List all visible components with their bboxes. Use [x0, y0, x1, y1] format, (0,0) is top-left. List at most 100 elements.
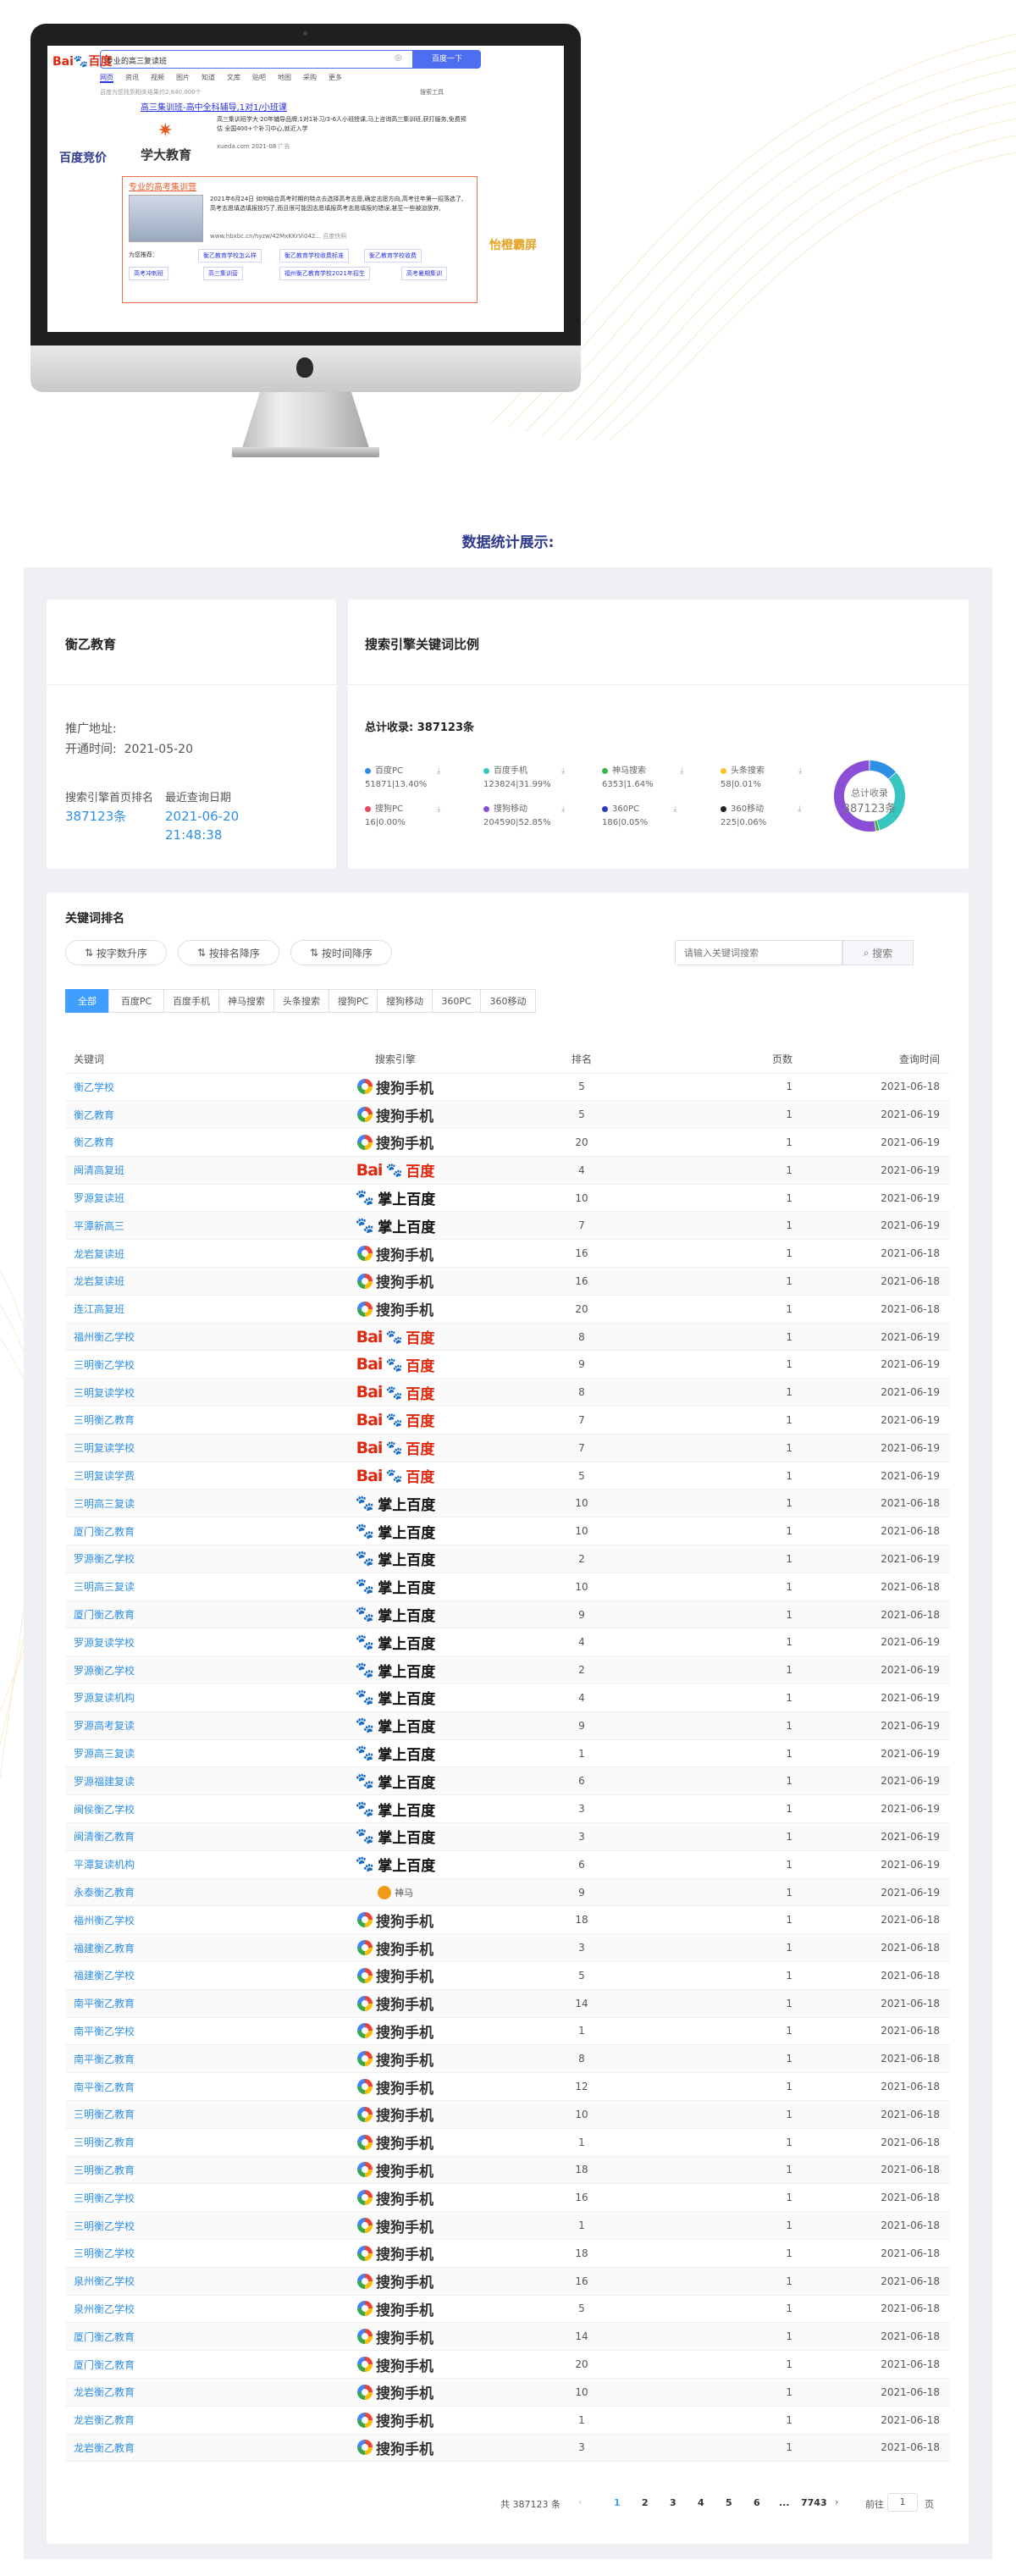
- sitelink[interactable]: 高三集训营: [203, 267, 243, 280]
- prev-page-icon[interactable]: ‹: [578, 2496, 582, 2507]
- keyword-link[interactable]: 龙岩衡乙教育: [65, 2406, 277, 2435]
- keyword-link[interactable]: 永泰衡乙教育: [65, 1878, 277, 1907]
- keyword-link[interactable]: 闽侯衡乙学校: [65, 1794, 277, 1824]
- sitelink[interactable]: 衡乙教育学校收费标准: [279, 249, 349, 263]
- next-page-icon[interactable]: ›: [835, 2496, 838, 2507]
- keyword-link[interactable]: 闽清高复班: [65, 1156, 277, 1185]
- page-number[interactable]: 1: [614, 2497, 621, 2508]
- keyword-link[interactable]: 闽清衡乙教育: [65, 1822, 277, 1851]
- keyword-link[interactable]: 龙岩衡乙教育: [65, 2378, 277, 2407]
- page-number[interactable]: 7743: [801, 2497, 827, 2508]
- screen-nav-tab[interactable]: 知道: [202, 74, 215, 81]
- keyword-link[interactable]: 罗源高三复读: [65, 1739, 277, 1768]
- keyword-link[interactable]: 三明复读学校: [65, 1434, 277, 1462]
- download-icon[interactable]: ⤓: [437, 804, 440, 814]
- keyword-link[interactable]: 厦门衡乙教育: [65, 1600, 277, 1629]
- download-icon[interactable]: ⤓: [561, 766, 565, 776]
- keyword-link[interactable]: 南平衡乙学校: [65, 2017, 277, 2046]
- screen-nav-tab[interactable]: 文库: [227, 74, 240, 81]
- search-input[interactable]: 专业的高三复读班: [100, 50, 413, 69]
- page-number[interactable]: 4: [698, 2497, 704, 2508]
- screen-nav-tab[interactable]: 更多: [329, 74, 342, 81]
- screen-nav-tab[interactable]: 贴吧: [252, 74, 266, 81]
- keyword-link[interactable]: 三明高三复读: [65, 1489, 277, 1518]
- keyword-link[interactable]: 三明复读学费: [65, 1462, 277, 1490]
- engine-tab[interactable]: 360移动: [480, 989, 536, 1013]
- sitelink[interactable]: 衡乙教育学校怎么样: [198, 249, 262, 263]
- camera-icon[interactable]: ◎: [395, 53, 402, 63]
- keyword-search-input[interactable]: [675, 940, 842, 965]
- keyword-link[interactable]: 罗源复读机构: [65, 1683, 277, 1712]
- keyword-link[interactable]: 三明高三复读: [65, 1573, 277, 1601]
- keyword-link[interactable]: 龙岩复读班: [65, 1239, 277, 1269]
- keyword-link[interactable]: 罗源福建复读: [65, 1766, 277, 1796]
- sitelink[interactable]: 衡乙教育学校收费: [364, 249, 422, 263]
- keyword-search-button[interactable]: ⌕ 搜索: [842, 940, 914, 965]
- screen-nav-tab[interactable]: 图片: [176, 74, 190, 81]
- download-icon[interactable]: ⤓: [561, 804, 565, 814]
- keyword-link[interactable]: 三明衡乙学校: [65, 1350, 277, 1379]
- page-number[interactable]: 2: [642, 2497, 649, 2508]
- engine-tab[interactable]: 神马搜索: [218, 989, 274, 1013]
- keyword-link[interactable]: 三明衡乙学校: [65, 2183, 277, 2213]
- ad1-title[interactable]: 高三集训班-高中全科辅导,1对1/小班课: [141, 100, 287, 113]
- keyword-link[interactable]: 三明衡乙教育: [65, 2128, 277, 2157]
- keyword-link[interactable]: 厦门衡乙教育: [65, 2350, 277, 2379]
- page-number[interactable]: 3: [670, 2497, 676, 2508]
- keyword-link[interactable]: 罗源高考复读: [65, 1711, 277, 1740]
- keyword-link[interactable]: 连江高复班: [65, 1295, 277, 1324]
- keyword-link[interactable]: 平潭新高三: [65, 1211, 277, 1241]
- engine-tab[interactable]: 360PC: [432, 989, 481, 1013]
- download-icon[interactable]: ⤓: [798, 766, 802, 776]
- keyword-link[interactable]: 三明复读学校: [65, 1378, 277, 1407]
- keyword-link[interactable]: 罗源衡乙学校: [65, 1545, 277, 1573]
- keyword-link[interactable]: 三明衡乙教育: [65, 1406, 277, 1434]
- keyword-link[interactable]: 三明衡乙教育: [65, 2100, 277, 2129]
- engine-tab[interactable]: 全部: [65, 989, 109, 1013]
- screen-nav-tab[interactable]: 地图: [278, 74, 291, 81]
- search-button[interactable]: 百度一下: [413, 50, 481, 69]
- sort-by-time-button[interactable]: ⇅ 按时间降序: [290, 940, 392, 965]
- keyword-link[interactable]: 罗源复读学校: [65, 1628, 277, 1657]
- keyword-link[interactable]: 福州衡乙学校: [65, 1323, 277, 1352]
- keyword-link[interactable]: 福建衡乙学校: [65, 1961, 277, 1990]
- sort-by-rank-button[interactable]: ⇅ 按排名降序: [178, 940, 279, 965]
- keyword-link[interactable]: 平潭复读机构: [65, 1850, 277, 1879]
- keyword-link[interactable]: 龙岩复读班: [65, 1267, 277, 1296]
- keyword-link[interactable]: 福建衡乙教育: [65, 1933, 277, 1962]
- screen-nav-tab[interactable]: 采购: [303, 74, 317, 81]
- screen-nav-tab[interactable]: 资讯: [125, 74, 139, 81]
- keyword-link[interactable]: 三明衡乙学校: [65, 2239, 277, 2268]
- search-tools[interactable]: 搜索工具: [420, 88, 444, 97]
- engine-tab[interactable]: 百度PC: [108, 989, 164, 1013]
- keyword-link[interactable]: 厦门衡乙教育: [65, 1517, 277, 1546]
- sitelink[interactable]: 福州衡乙教育学校2021年招生: [279, 267, 370, 280]
- page-number[interactable]: 6: [754, 2497, 760, 2508]
- keyword-link[interactable]: 厦门衡乙教育: [65, 2322, 277, 2352]
- page-number[interactable]: ...: [779, 2497, 790, 2508]
- screen-nav-tab[interactable]: 网页: [100, 74, 113, 83]
- download-icon[interactable]: ⤓: [437, 766, 440, 776]
- screen-nav-tab[interactable]: 视频: [151, 74, 164, 81]
- keyword-link[interactable]: 龙岩衡乙教育: [65, 2434, 277, 2463]
- ad2-title[interactable]: 专业的高考集训营: [129, 180, 196, 192]
- goto-page-input[interactable]: 1: [887, 2493, 918, 2512]
- keyword-link[interactable]: 衡乙学校: [65, 1073, 277, 1102]
- download-icon[interactable]: ⤓: [798, 804, 801, 814]
- keyword-link[interactable]: 南平衡乙教育: [65, 1989, 277, 2018]
- keyword-link[interactable]: 福州衡乙学校: [65, 1905, 277, 1935]
- keyword-link[interactable]: 罗源复读班: [65, 1184, 277, 1213]
- sitelink[interactable]: 高考冲刺班: [129, 267, 168, 280]
- download-icon[interactable]: ⤓: [673, 804, 676, 814]
- engine-tab[interactable]: 搜狗PC: [329, 989, 378, 1013]
- keyword-link[interactable]: 衡乙教育: [65, 1100, 277, 1130]
- engine-tab[interactable]: 搜狗移动: [377, 989, 433, 1013]
- keyword-link[interactable]: 罗源衡乙学校: [65, 1656, 277, 1685]
- engine-tab[interactable]: 百度手机: [163, 989, 219, 1013]
- keyword-link[interactable]: 衡乙教育: [65, 1128, 277, 1157]
- sort-by-length-button[interactable]: ⇅ 按字数升序: [65, 940, 167, 965]
- keyword-link[interactable]: 泉州衡乙学校: [65, 2267, 277, 2296]
- download-icon[interactable]: ⤓: [680, 766, 683, 776]
- sitelink[interactable]: 高考暑期集训: [401, 267, 447, 280]
- keyword-link[interactable]: 三明衡乙教育: [65, 2156, 277, 2185]
